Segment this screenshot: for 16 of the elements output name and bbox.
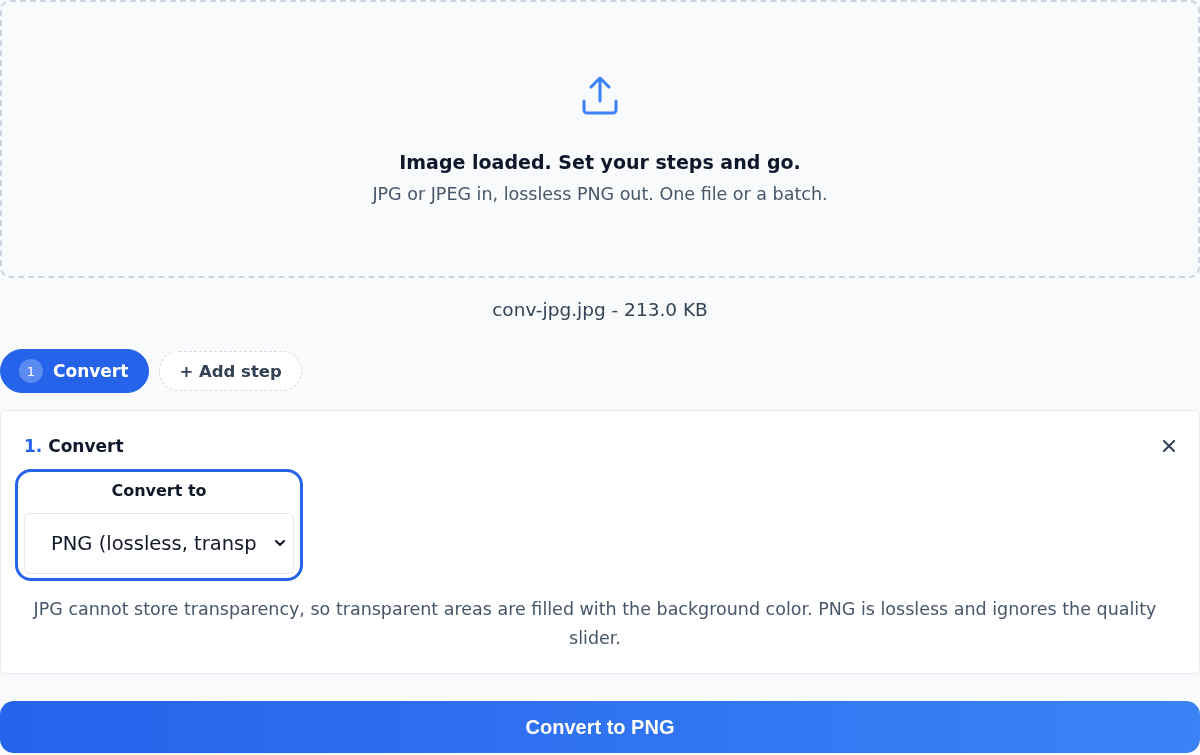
add-step-button[interactable]: + Add step: [159, 351, 302, 391]
field-label: Convert to: [110, 480, 208, 502]
dropzone-title: Image loaded. Set your steps and go.: [399, 150, 801, 174]
step-title: 1. Convert: [24, 435, 124, 458]
step-tab[interactable]: 1 Convert: [0, 349, 150, 393]
upload-dropzone[interactable]: Image loaded. Set your steps and go. JPG or JPEG in, lossless PNG out. One file or a batch.: [0, 0, 1200, 278]
step-label: Convert: [53, 361, 129, 381]
step-number: 1: [19, 359, 43, 383]
dropzone-subtitle: JPG or JPEG in, lossless PNG out. One file or a batch.: [372, 183, 828, 206]
close-icon: [1163, 440, 1175, 452]
file-name: conv-jpg.jpg - 213.0 KB: [491, 298, 709, 322]
note-text: JPG cannot store transparency, so transparent areas are filled with the background color. PNG is lossless and ignores the quality slider.: [31, 598, 1158, 650]
close-button[interactable]: [1163, 440, 1175, 452]
chevron-down-icon: [275, 540, 285, 547]
format-select[interactable]: PNG (lossless, transp: [24, 513, 294, 574]
convert-button[interactable]: Convert to PNG: [0, 701, 1200, 753]
